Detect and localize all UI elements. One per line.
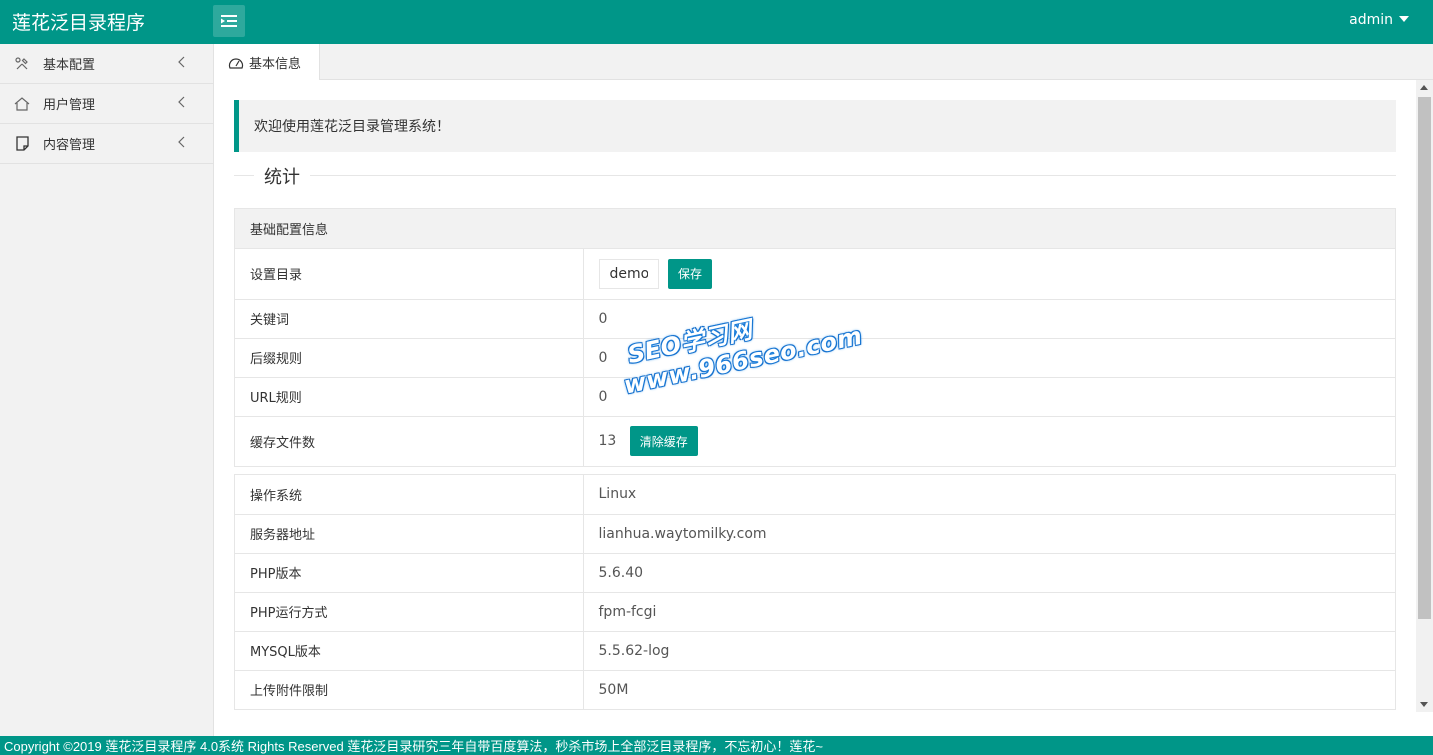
row-key: 设置目录 <box>235 249 584 300</box>
row-value: 13 清除缓存 <box>583 416 1395 466</box>
cache-count: 13 <box>598 433 617 450</box>
row-value: lianhua.waytomilky.com <box>583 514 1395 554</box>
vertical-scrollbar[interactable] <box>1416 80 1433 712</box>
row-value: 50M <box>598 681 629 698</box>
sidebar-item-label: 用户管理 <box>43 98 96 113</box>
scroll-up-icon[interactable] <box>1420 85 1428 90</box>
user-menu[interactable]: admin <box>1349 12 1409 28</box>
table-row: URL规则 0 <box>235 377 1395 417</box>
row-key: 操作系统 <box>235 475 584 515</box>
row-value: fpm-fcgi <box>583 592 1395 632</box>
row-key: MYSQL版本 <box>235 631 584 671</box>
menu-toggle-button[interactable] <box>213 5 245 37</box>
panel-title: 基础配置信息 <box>235 209 1395 249</box>
row-key: PHP运行方式 <box>235 592 584 632</box>
tab-bar: 基本信息 <box>214 44 1433 81</box>
system-info-table: 操作系统 Linux 服务器地址 lianhua.waytomilky.com … <box>235 475 1395 709</box>
legend-divider <box>234 175 1396 176</box>
row-value: 0 <box>583 338 1395 378</box>
chevron-left-icon <box>177 136 185 152</box>
table-row: PHP运行方式 fpm-fcgi <box>235 592 1395 632</box>
menu-indent-icon <box>221 15 237 27</box>
row-key: 缓存文件数 <box>235 416 584 466</box>
tab-basic-info[interactable]: 基本信息 <box>214 44 320 81</box>
sidebar: 基本配置 用户管理 内容管理 <box>0 44 214 736</box>
footer: Copyright ©2019 莲花泛目录程序 4.0系统 Rights Res… <box>0 736 1433 755</box>
top-header: 莲花泛目录程序 admin <box>0 0 1433 44</box>
chevron-left-icon <box>177 96 185 112</box>
table-row: 服务器地址 lianhua.waytomilky.com <box>235 514 1395 554</box>
tab-label: 基本信息 <box>249 57 302 72</box>
row-value: 0 <box>583 299 1395 339</box>
config-table: 设置目录 保存 关键词 0 后缀规则 0 URL规则 0 缓存文件数 <box>235 249 1395 466</box>
row-key: PHP版本 <box>235 553 584 593</box>
chevron-left-icon <box>177 56 185 72</box>
caret-down-icon <box>1399 16 1409 22</box>
table-row: 设置目录 保存 <box>235 249 1395 300</box>
table-row: 操作系统 Linux <box>235 475 1395 515</box>
row-value: Linux <box>583 475 1395 515</box>
sidebar-item-label: 内容管理 <box>43 138 96 153</box>
tools-icon <box>13 55 31 73</box>
section-title: 统计 <box>254 163 310 189</box>
scroll-down-icon[interactable] <box>1420 702 1428 707</box>
table-row: 后缀规则 0 <box>235 338 1395 378</box>
scroll-thumb[interactable] <box>1418 97 1431 619</box>
directory-input[interactable] <box>598 258 659 289</box>
row-key: 服务器地址 <box>235 514 584 554</box>
app-logo[interactable]: 莲花泛目录程序 <box>12 8 145 35</box>
row-value: 5.5.62-log <box>583 631 1395 671</box>
table-row: 缓存文件数 13 清除缓存 <box>235 416 1395 466</box>
row-key: URL规则 <box>235 377 584 417</box>
welcome-banner: 欢迎使用莲花泛目录管理系统！ <box>234 100 1396 152</box>
clear-cache-button[interactable]: 清除缓存 <box>629 426 698 457</box>
row-key: 后缀规则 <box>235 338 584 378</box>
table-row: 关键词 0 <box>235 299 1395 339</box>
system-info-panel: 操作系统 Linux 服务器地址 lianhua.waytomilky.com … <box>234 474 1396 710</box>
table-row: 上传附件限制 50M <box>235 670 1395 709</box>
row-key: 关键词 <box>235 299 584 339</box>
sidebar-item-basic-config[interactable]: 基本配置 <box>0 44 213 84</box>
row-value: 0 <box>583 377 1395 417</box>
config-panel: 基础配置信息 设置目录 保存 关键词 0 后缀规则 0 URL规则 0 <box>234 208 1396 467</box>
user-name: admin <box>1349 12 1393 28</box>
row-value: 保存 <box>583 249 1395 300</box>
sidebar-item-label: 基本配置 <box>43 58 96 73</box>
note-icon <box>13 135 31 153</box>
sidebar-item-user-management[interactable]: 用户管理 <box>0 84 213 124</box>
row-value: 5.6.40 <box>583 553 1395 593</box>
sidebar-item-content-management[interactable]: 内容管理 <box>0 124 213 164</box>
table-row: MYSQL版本 5.5.62-log <box>235 631 1395 671</box>
save-button[interactable]: 保存 <box>667 258 712 289</box>
row-key: 上传附件限制 <box>235 670 584 709</box>
table-row: PHP版本 5.6.40 <box>235 553 1395 593</box>
dashboard-icon <box>228 56 244 70</box>
home-icon <box>13 95 31 113</box>
main-content: 欢迎使用莲花泛目录管理系统！ 统计 基础配置信息 设置目录 保存 关键词 0 后… <box>214 80 1416 736</box>
